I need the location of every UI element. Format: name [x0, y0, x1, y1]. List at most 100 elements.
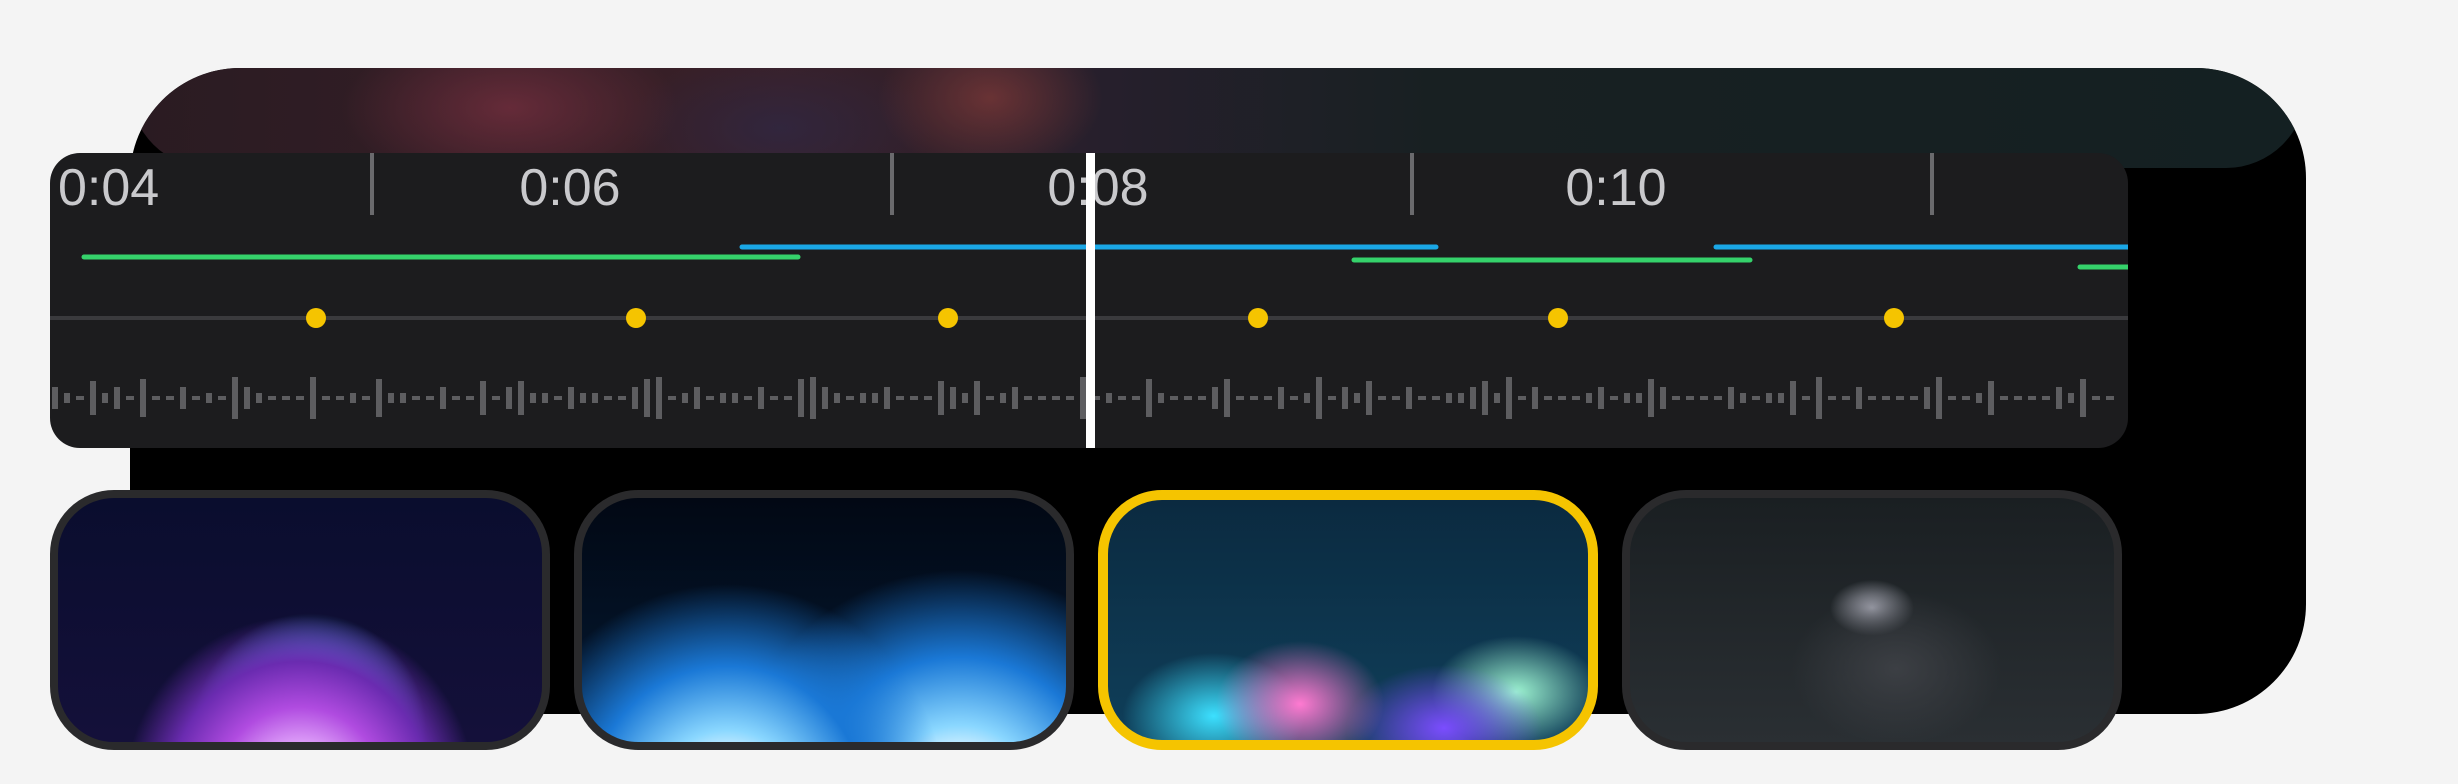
keyframe-dot[interactable] — [1548, 308, 1568, 328]
waveform-bar — [244, 387, 250, 409]
waveform-bar — [974, 381, 980, 415]
waveform-bar — [1868, 396, 1876, 400]
waveform-bar — [592, 393, 598, 403]
waveform-bar — [656, 377, 662, 419]
waveform-bar — [440, 387, 446, 409]
waveform-bar — [1052, 396, 1060, 400]
waveform-bar — [1506, 377, 1512, 419]
waveform-bar — [1132, 396, 1140, 400]
waveform-bar — [1672, 396, 1680, 400]
waveform-bar — [480, 381, 486, 415]
waveform-bar — [1264, 396, 1272, 400]
keyframe-dot[interactable] — [626, 308, 646, 328]
waveform-bar — [1752, 396, 1760, 400]
keyframe-dot[interactable] — [1248, 308, 1268, 328]
effect-thumbnail-purple-fractal[interactable] — [50, 490, 550, 750]
effect-thumbnail-blue-orbs[interactable] — [574, 490, 1074, 750]
waveform-bar — [732, 393, 738, 403]
time-label-2: 0:06 — [519, 159, 620, 217]
waveform-bar — [846, 396, 854, 400]
waveform-bar — [2014, 396, 2022, 400]
clip-tracks[interactable] — [81, 244, 2128, 270]
waveform-bar — [2028, 396, 2036, 400]
keyframe-dot[interactable] — [938, 308, 958, 328]
waveform-bar — [388, 393, 394, 403]
waveform-bar — [1700, 396, 1708, 400]
waveform-bar — [426, 396, 434, 400]
waveform-bar — [2056, 387, 2062, 409]
waveform-bar — [518, 381, 524, 415]
waveform-bar — [542, 393, 548, 403]
waveform-bar — [2092, 396, 2100, 400]
waveform-bar — [1766, 393, 1772, 403]
time-label-4: 0:10 — [1565, 159, 1666, 217]
waveform-bar — [90, 381, 96, 415]
waveform-bar — [296, 396, 304, 400]
waveform-bar — [1816, 377, 1822, 419]
waveform-bar — [1494, 393, 1500, 403]
waveform-bar — [2080, 379, 2086, 417]
waveform-bar — [1518, 396, 1526, 400]
keyframe-dot[interactable] — [1884, 308, 1904, 328]
waveform-bar — [232, 377, 238, 419]
waveform-bar — [758, 387, 764, 409]
waveform-bar — [350, 393, 356, 403]
waveform-bar — [1278, 387, 1284, 409]
waveform-bar — [910, 396, 918, 400]
waveform-bar — [322, 396, 330, 400]
waveform-bar — [1988, 381, 1994, 415]
waveform-bar — [206, 393, 212, 403]
waveform-bar — [1802, 396, 1810, 400]
waveform-bar — [1856, 387, 1862, 409]
waveform-bar — [1842, 396, 1850, 400]
waveform-bar — [1146, 379, 1152, 417]
keyframe-dot[interactable] — [306, 308, 326, 328]
waveform-bar — [1714, 396, 1722, 400]
playhead[interactable] — [1086, 153, 1095, 448]
waveform-bar — [1458, 393, 1464, 403]
waveform-bar — [1236, 396, 1244, 400]
waveform-bar — [152, 396, 160, 400]
waveform-bar — [644, 379, 650, 417]
waveform-bar — [580, 393, 586, 403]
audio-waveform — [52, 377, 2114, 419]
waveform-bar — [604, 396, 612, 400]
waveform-bar — [1572, 396, 1580, 400]
waveform-bar — [668, 396, 676, 400]
effect-thumbnail-iridescent-wave[interactable] — [1098, 490, 1598, 750]
waveform-bar — [310, 377, 316, 419]
waveform-bar — [938, 381, 944, 415]
waveform-bar — [1948, 396, 1956, 400]
waveform-bar — [1624, 393, 1630, 403]
waveform-bar — [1686, 396, 1694, 400]
waveform-bar — [744, 396, 752, 400]
waveform-bar — [282, 396, 290, 400]
waveform-bar — [336, 396, 344, 400]
waveform-bar — [64, 393, 70, 403]
waveform-bar — [1882, 396, 1890, 400]
waveform-bar — [1290, 396, 1298, 400]
waveform-bar — [1198, 396, 1206, 400]
waveform-bar — [1532, 387, 1538, 409]
waveform-bar — [1316, 377, 1322, 419]
waveform-bar — [1342, 387, 1348, 409]
waveform-bar — [1976, 393, 1982, 403]
waveform-bar — [986, 396, 994, 400]
waveform-bar — [770, 396, 778, 400]
waveform-bar — [506, 387, 512, 409]
waveform-bar — [412, 396, 420, 400]
waveform-bar — [554, 396, 562, 400]
waveform-bar — [1828, 396, 1836, 400]
waveform-bar — [52, 387, 58, 409]
waveform-bar — [268, 396, 276, 400]
effect-thumbnail-glass-smoke[interactable] — [1622, 490, 2122, 750]
waveform-bar — [1660, 387, 1666, 409]
waveform-bar — [76, 396, 84, 400]
waveform-bar — [1304, 393, 1310, 403]
waveform-bar — [1910, 396, 1918, 400]
waveform-bar — [1470, 387, 1476, 409]
waveform-bar — [466, 396, 474, 400]
waveform-bar — [1432, 396, 1440, 400]
waveform-bar — [126, 396, 134, 400]
waveform-bar — [1610, 396, 1618, 400]
